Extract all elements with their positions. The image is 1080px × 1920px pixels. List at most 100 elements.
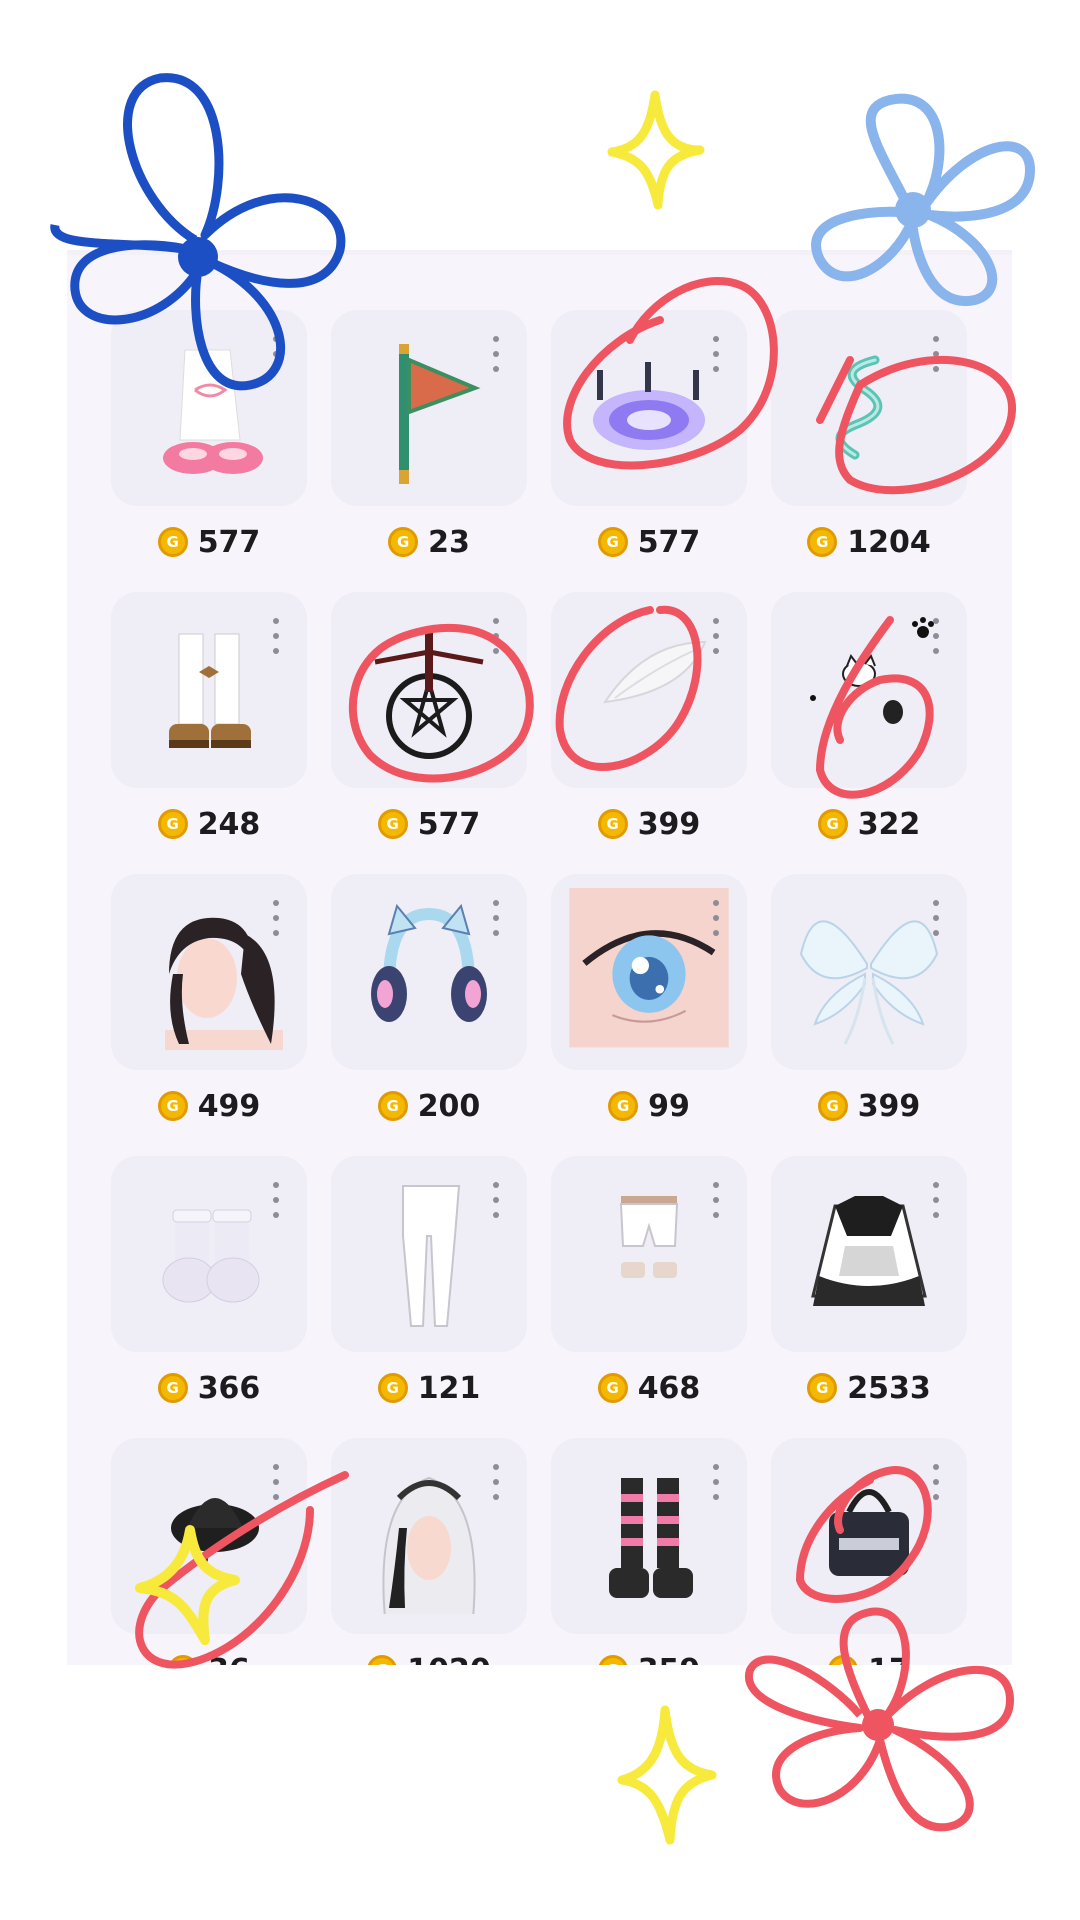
item-card[interactable] — [551, 1438, 747, 1634]
more-options-icon[interactable] — [273, 1182, 279, 1218]
shop-item[interactable]: G 36 — [111, 1438, 307, 1665]
more-options-icon[interactable] — [933, 1464, 939, 1500]
item-price: G 322 — [771, 804, 967, 844]
item-card[interactable] — [551, 1156, 747, 1352]
item-card[interactable] — [331, 1438, 527, 1634]
white-socks-icon — [162, 1209, 260, 1303]
pink-shoes-outfit-icon — [163, 349, 263, 474]
dark-sigil-wings-icon — [374, 632, 484, 759]
more-options-icon[interactable] — [493, 900, 499, 936]
coin-icon: G — [817, 809, 848, 839]
more-options-icon[interactable] — [493, 618, 499, 654]
shop-item[interactable]: G 248 — [111, 592, 307, 874]
shop-item[interactable]: G 468 — [551, 1156, 747, 1438]
price-value: 577 — [197, 524, 261, 560]
shop-item[interactable]: G 121 — [331, 1156, 527, 1438]
item-card[interactable] — [771, 1156, 967, 1352]
more-options-icon[interactable] — [493, 336, 499, 372]
item-price: G 36 — [111, 1650, 307, 1665]
more-options-icon[interactable] — [713, 336, 719, 372]
magic-circle-halo-icon — [593, 362, 705, 450]
item-card[interactable] — [551, 310, 747, 506]
item-card[interactable] — [111, 874, 307, 1070]
butterfly-wings-icon — [799, 920, 939, 1045]
item-card[interactable] — [111, 1438, 307, 1634]
coin-icon: G — [377, 1373, 408, 1403]
item-card[interactable] — [551, 592, 747, 788]
ponytail-hair-icon — [165, 917, 283, 1050]
item-price: G 577 — [111, 522, 307, 562]
price-value: 17 — [868, 1653, 910, 1666]
item-price: G 23 — [331, 522, 527, 562]
teal-serpent-icon — [835, 355, 883, 460]
shop-item[interactable]: G 499 — [111, 874, 307, 1156]
item-price: G 366 — [111, 1368, 307, 1408]
light-blue-flower-center — [895, 192, 931, 228]
more-options-icon[interactable] — [273, 1464, 279, 1500]
shop-item[interactable]: G 17 — [771, 1438, 967, 1665]
shop-item[interactable]: G 1020 — [331, 1438, 527, 1665]
item-card[interactable] — [551, 874, 747, 1070]
more-options-icon[interactable] — [713, 618, 719, 654]
item-card[interactable] — [331, 592, 527, 788]
coin-icon: G — [597, 1373, 628, 1403]
more-options-icon[interactable] — [713, 1464, 719, 1500]
price-value: 121 — [417, 1370, 481, 1406]
coin-icon: G — [597, 527, 628, 557]
shop-item[interactable]: G 366 — [111, 1156, 307, 1438]
price-value: 23 — [428, 524, 470, 560]
white-boots-icon — [169, 633, 251, 748]
item-card[interactable] — [331, 1156, 527, 1352]
more-options-icon[interactable] — [713, 900, 719, 936]
shop-item[interactable]: G 359 — [551, 1438, 747, 1665]
item-price: G 359 — [551, 1650, 747, 1665]
item-price: G 399 — [551, 804, 747, 844]
shop-item-panel: G 577 G 23 G 577 G 1204 G 248 G 577 G 39… — [67, 255, 1012, 1665]
item-card[interactable] — [771, 874, 967, 1070]
item-card[interactable] — [111, 310, 307, 506]
more-options-icon[interactable] — [493, 1182, 499, 1218]
shop-item[interactable]: G 399 — [551, 592, 747, 874]
more-options-icon[interactable] — [273, 618, 279, 654]
price-value: 1020 — [407, 1653, 491, 1666]
more-options-icon[interactable] — [273, 900, 279, 936]
shop-item[interactable]: G 2533 — [771, 1156, 967, 1438]
item-card[interactable] — [771, 1438, 967, 1634]
shop-item[interactable]: G 577 — [111, 310, 307, 592]
item-card[interactable] — [111, 592, 307, 788]
shop-item[interactable]: G 577 — [551, 310, 747, 592]
shop-item[interactable]: G 577 — [331, 592, 527, 874]
coin-icon: G — [168, 1655, 199, 1665]
price-value: 248 — [197, 806, 261, 842]
coin-icon: G — [817, 1091, 848, 1121]
item-card[interactable] — [331, 310, 527, 506]
item-card[interactable] — [771, 592, 967, 788]
coin-icon: G — [597, 1655, 628, 1665]
item-card[interactable] — [331, 874, 527, 1070]
price-value: 399 — [857, 1088, 921, 1124]
more-options-icon[interactable] — [933, 336, 939, 372]
more-options-icon[interactable] — [273, 336, 279, 372]
price-value: 577 — [417, 806, 481, 842]
white-long-hair-icon — [382, 1476, 476, 1614]
shop-item[interactable]: G 322 — [771, 592, 967, 874]
more-options-icon[interactable] — [933, 900, 939, 936]
shop-item[interactable]: G 99 — [551, 874, 747, 1156]
item-price: G 1020 — [331, 1650, 527, 1665]
item-price: G 577 — [331, 804, 527, 844]
shorts-icon — [619, 1196, 679, 1278]
more-options-icon[interactable] — [493, 1464, 499, 1500]
shop-item[interactable]: G 200 — [331, 874, 527, 1156]
price-value: 36 — [208, 1653, 250, 1666]
price-value: 1204 — [847, 524, 931, 560]
shop-item[interactable]: G 23 — [331, 310, 527, 592]
shop-item[interactable]: G 1204 — [771, 310, 967, 592]
item-card[interactable] — [111, 1156, 307, 1352]
shop-item[interactable]: G 399 — [771, 874, 967, 1156]
item-card[interactable] — [771, 310, 967, 506]
coin-icon: G — [157, 1373, 188, 1403]
more-options-icon[interactable] — [933, 1182, 939, 1218]
more-options-icon[interactable] — [713, 1182, 719, 1218]
more-options-icon[interactable] — [933, 618, 939, 654]
coin-icon: G — [828, 1655, 859, 1665]
